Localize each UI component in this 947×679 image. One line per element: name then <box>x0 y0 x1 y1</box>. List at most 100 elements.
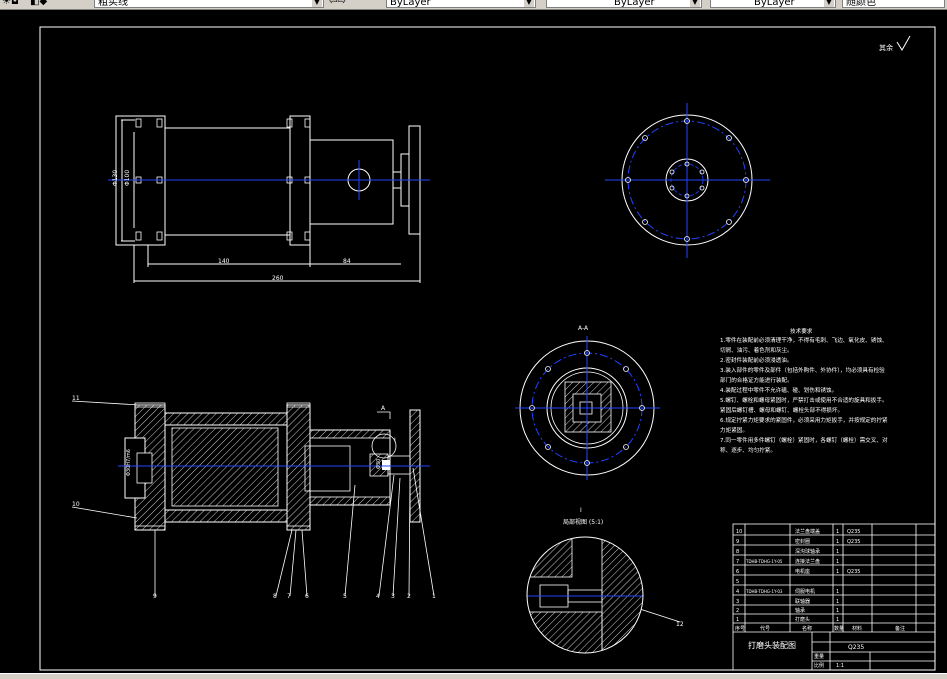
bom-header-name: 名称 <box>802 625 812 632</box>
bom-row-mat: Q235 <box>847 529 860 535</box>
bom-row-mat: Q235 <box>847 539 860 545</box>
bom-row-qty: 1 <box>836 608 839 614</box>
bom-header-code: 代号 <box>760 625 770 632</box>
bom-row-no: 10 <box>736 529 742 535</box>
tech-req-line: 7.同一零件用多件螺钉（螺栓）紧固时，各螺钉（螺栓）需交叉、对 <box>720 436 888 444</box>
bom-row-name: 深沟球轴承 <box>795 548 820 555</box>
detail-marker-label: I <box>394 437 396 444</box>
item-number-5: 5 <box>343 593 347 600</box>
bom-row-name: 密封圈 <box>795 538 810 545</box>
color-dropdown[interactable]: ByLayer ▼ <box>386 0 536 8</box>
tech-requirements: 技术要求 1.零件在装配前必须清理干净，不得有毛刺、飞边、氧化皮、锈蚀、 切屑、… <box>720 327 888 454</box>
layer-lock-icon[interactable]: ◧◆ <box>30 0 47 8</box>
bom-row-no: 2 <box>736 608 739 614</box>
bom-row-name: 轴承 <box>795 607 805 614</box>
item-number-6: 6 <box>305 593 309 600</box>
roughness-icon <box>896 35 911 51</box>
bom-row-qty: 1 <box>836 549 839 555</box>
tech-req-title: 技术要求 <box>790 327 813 335</box>
layer-previous-icon[interactable]: ⇦⇨ <box>329 0 346 8</box>
bom-row-name: 电机座 <box>795 568 810 575</box>
bom-header-note: 备注 <box>895 625 905 632</box>
bom-row-qty: 1 <box>836 529 839 535</box>
item-number-3: 3 <box>391 593 395 600</box>
item-number-9: 9 <box>153 593 157 600</box>
bom-row-name: 连接法兰盘 <box>795 558 820 565</box>
title-material: Q235 <box>848 644 864 651</box>
bom-row-no: 3 <box>736 599 739 605</box>
tech-req-line: 1.零件在装配前必须清理干净，不得有毛刺、飞边、氧化皮、锈蚀、 <box>720 336 888 344</box>
bom-row-qty: 1 <box>836 599 839 605</box>
weight-label: 重量 <box>814 653 824 660</box>
roughness-label: 其余 <box>879 43 893 52</box>
cad-drawing[interactable]: 其余 Φ130 Φ100 140 84 260 Φ30H7/m6 Φ30 A I… <box>0 10 947 674</box>
title-scale: 1:1 <box>836 663 844 669</box>
properties-toolbar: ☀◘ ◧◆ 粗实线 ▼ ⇦⇨ ByLayer ▼ ByLayer ▼ ByLay… <box>0 0 947 10</box>
bom-row-name: 打磨头 <box>795 616 810 623</box>
section-aa-label: A-A <box>578 325 589 332</box>
status-bar <box>0 673 947 679</box>
section-arrow-label: A <box>381 405 386 412</box>
section-arrow-icon <box>377 411 391 419</box>
plotstyle-dropdown-value: 随颜色 <box>846 0 876 8</box>
dim-d30: Φ30 <box>376 459 382 469</box>
detail-title: 局部视图 (5:1) <box>563 518 603 526</box>
section-aa-view <box>515 336 660 480</box>
dim-84: 84 <box>343 258 351 265</box>
chevron-down-icon[interactable]: ▼ <box>524 0 534 7</box>
tech-req-line: 3.装入部件的零件及部件（包括外购件、外协件），均必须具有检验 <box>720 366 885 374</box>
bom-row-no: 6 <box>736 569 739 575</box>
tech-req-line: 切屑、油污、着色剂和灰尘。 <box>720 346 793 354</box>
chevron-down-icon[interactable]: ▼ <box>824 0 834 7</box>
lineweight-dropdown[interactable]: ByLayer ▼ <box>710 0 836 8</box>
bom-row-name: 法兰盘端盖 <box>795 528 820 535</box>
bom-row-qty: 1 <box>836 589 839 595</box>
bom-header-qty: 数量 <box>834 625 844 632</box>
item-number-1: 1 <box>432 593 436 600</box>
side-view <box>605 103 770 258</box>
bom-row-no: 4 <box>736 589 739 595</box>
tech-req-line: 5.螺钉、螺栓和螺母紧固时，严禁打击或使用不合适的旋具和扳手。 <box>720 396 888 404</box>
bom-row-no: 7 <box>736 559 739 565</box>
chevron-down-icon[interactable]: ▼ <box>690 0 700 7</box>
plotstyle-dropdown[interactable]: 随颜色 <box>842 0 945 8</box>
bom-row-qty: 1 <box>836 569 839 575</box>
dim-fit: Φ30H7/m6 <box>126 449 132 476</box>
layer-dropdown[interactable]: 粗实线 ▼ <box>94 0 324 8</box>
bom-row-qty: 1 <box>836 559 839 565</box>
tech-req-line: 6.规定拧紧力矩要求的紧固件，必须采用力矩扳手，并按规定的拧紧 <box>720 416 888 424</box>
detail-view <box>526 536 644 654</box>
item-number-11: 11 <box>72 395 80 402</box>
bom-row-no: 5 <box>736 579 739 585</box>
layer-state-icon[interactable]: ☀◘ <box>2 0 19 8</box>
linetype-dropdown-value: ByLayer <box>614 0 655 8</box>
bom-table: 10 法兰盘端盖 1 Q235 9 密封圈 1 Q235 8 深沟球轴承 1 7… <box>735 528 905 632</box>
bom-row-qty: 1 <box>836 617 839 623</box>
tech-req-line: 2.密封件装配前必须浸透油。 <box>720 356 792 364</box>
drawing-canvas[interactable]: 其余 Φ130 Φ100 140 84 260 Φ30H7/m6 Φ30 A I… <box>0 10 947 674</box>
linetype-dropdown[interactable]: ByLayer ▼ <box>546 0 702 8</box>
item-number-10: 10 <box>72 501 80 508</box>
bom-row-code: TDHB-TDHG-1Y-05 <box>745 559 783 564</box>
bom-header-no: 序号 <box>735 625 745 632</box>
dim-d100: Φ100 <box>124 170 131 186</box>
bom-row-no: 9 <box>736 539 739 545</box>
bom-row-name: 联轴器 <box>795 598 810 605</box>
bom-header-mat: 材料 <box>852 625 862 632</box>
chevron-down-icon[interactable]: ▼ <box>312 0 322 7</box>
dim-140: 140 <box>218 258 230 265</box>
tech-req-line: 部门的合格证方能进行装配。 <box>720 376 793 384</box>
item-number-7: 7 <box>287 593 291 600</box>
color-dropdown-value: ByLayer <box>390 0 431 8</box>
tech-req-line: 力矩紧固。 <box>720 426 748 434</box>
item-number-4: 4 <box>376 593 380 600</box>
item-number-8: 8 <box>273 593 277 600</box>
layer-dropdown-value: 粗实线 <box>98 0 128 8</box>
tech-req-line: 4.装配过程中零件不允许磕、碰、划伤和锈蚀。 <box>720 386 837 394</box>
lineweight-dropdown-value: ByLayer <box>754 0 795 8</box>
detail-label: I <box>580 507 582 514</box>
tech-req-line: 称、逐步、均匀拧紧。 <box>720 446 776 454</box>
tech-req-line: 紧固后螺钉槽、螺母和螺钉、螺栓头部不得损坏。 <box>720 406 843 414</box>
scale-label: 比例 <box>814 662 824 669</box>
bom-row-name: 伺服电机 <box>795 588 815 595</box>
